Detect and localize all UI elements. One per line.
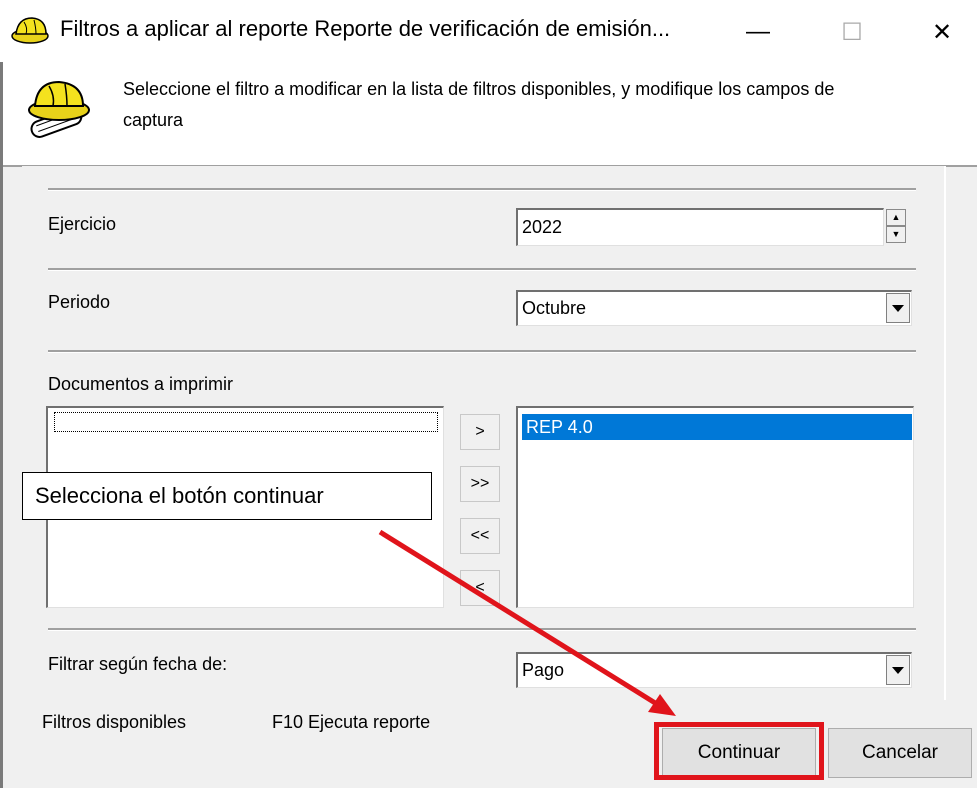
move-left-button[interactable]: < [460, 570, 500, 606]
chevron-down-icon[interactable] [886, 655, 910, 685]
documentos-label: Documentos a imprimir [48, 374, 234, 394]
dialog-window: Filtros a aplicar al reporte Reporte de … [0, 0, 977, 788]
spin-down-icon[interactable]: ▼ [886, 226, 906, 243]
separator [48, 350, 916, 353]
chevron-down-icon[interactable] [886, 293, 910, 323]
periodo-value: Octubre [522, 298, 587, 318]
ejercicio-spinner[interactable]: ▲ ▼ [886, 209, 906, 245]
minimize-button[interactable]: — [728, 10, 788, 54]
maximize-button[interactable]: ☐ [822, 10, 882, 54]
separator [48, 268, 916, 271]
move-all-right-button[interactable]: >> [460, 466, 500, 502]
spin-up-icon[interactable]: ▲ [886, 209, 906, 226]
fecha-select[interactable]: Pago [516, 652, 912, 688]
list-item[interactable]: REP 4.0 [522, 414, 912, 440]
window-title: Filtros a aplicar al reporte Reporte de … [60, 16, 671, 41]
hardhat-icon [11, 17, 49, 44]
hardhat-blueprint-icon [28, 80, 90, 138]
annotation-callout: Selecciona el botón continuar [22, 472, 432, 520]
selected-documents-list[interactable]: REP 4.0 [516, 406, 914, 608]
ejercicio-input[interactable]: 2022 [516, 208, 884, 246]
list-item[interactable] [54, 412, 438, 432]
move-right-button[interactable]: > [460, 414, 500, 450]
filtros-disponibles-text: Filtros disponibles [42, 712, 187, 732]
separator [48, 628, 916, 631]
title-bar: Filtros a aplicar al reporte Reporte de … [0, 0, 977, 62]
periodo-label: Periodo [48, 292, 111, 312]
instruction-header: Seleccione el filtro a modificar en la l… [3, 62, 977, 165]
separator [48, 188, 916, 191]
f10-hint-text: F10 Ejecuta reporte [272, 712, 431, 732]
ejercicio-value: 2022 [522, 217, 563, 237]
instruction-text: Seleccione el filtro a modificar en la l… [123, 79, 835, 130]
ejercicio-label: Ejercicio [48, 214, 117, 234]
cancelar-button[interactable]: Cancelar [828, 728, 972, 778]
continuar-highlight-box [654, 722, 824, 780]
fecha-label: Filtrar según fecha de: [48, 654, 228, 674]
close-button[interactable]: ✕ [912, 10, 972, 54]
fecha-value: Pago [522, 660, 565, 680]
periodo-select[interactable]: Octubre [516, 290, 912, 326]
move-all-left-button[interactable]: << [460, 518, 500, 554]
